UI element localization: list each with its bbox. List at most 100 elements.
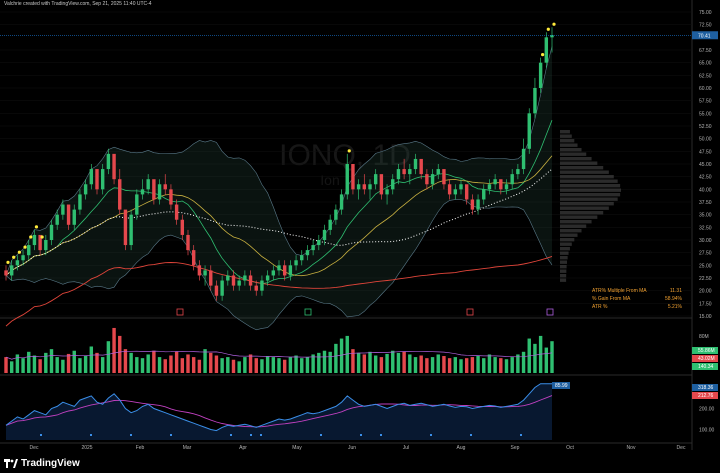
price-chart[interactable]: IONQ, 1DIon75.0072.5067.5065.0062.5060.0… xyxy=(0,0,720,473)
time-axis-label: Nov xyxy=(627,445,636,451)
volume-bar xyxy=(544,347,549,373)
candle-body xyxy=(504,184,509,190)
volume-bar xyxy=(362,354,367,373)
volume-bar xyxy=(271,357,276,373)
candle-body xyxy=(493,179,497,185)
volume-bar xyxy=(504,359,509,373)
candle-body xyxy=(180,219,185,235)
volume-profile-bar xyxy=(560,139,575,143)
candle-body xyxy=(44,240,48,251)
indicator-tick-label: 100.00 xyxy=(699,428,715,434)
candle-body xyxy=(345,164,349,195)
highlight-dot xyxy=(12,255,16,259)
volume-bar xyxy=(15,354,20,373)
price-tick-label: 32.50 xyxy=(699,225,712,231)
volume-bar xyxy=(174,351,179,373)
volume-profile-bar xyxy=(560,242,572,246)
candle-body xyxy=(470,199,475,210)
volume-bar xyxy=(277,358,281,373)
volume-profile-bar xyxy=(560,278,567,282)
volume-bar xyxy=(237,361,241,373)
time-axis-label: Jul xyxy=(403,445,409,451)
volume-bar xyxy=(379,357,384,373)
volume-bar xyxy=(55,357,59,373)
candle-body xyxy=(197,265,202,276)
candle-body xyxy=(430,174,435,185)
volume-profile-bar xyxy=(560,265,567,269)
time-axis-label: May xyxy=(292,445,302,451)
candle-body xyxy=(100,169,105,190)
candle-body xyxy=(499,179,503,190)
price-tick-label: 47.50 xyxy=(699,149,712,155)
volume-profile-bar xyxy=(560,188,621,192)
candle-body xyxy=(27,245,31,256)
candle-body xyxy=(55,214,59,225)
indicator-signal-dot xyxy=(430,434,432,436)
volume-badge-label: 43.02M xyxy=(698,356,715,362)
candle-body xyxy=(49,224,54,240)
volume-bar xyxy=(311,354,315,373)
volume-bar xyxy=(169,355,173,373)
candle-body xyxy=(209,270,213,286)
candle-body xyxy=(220,280,224,296)
indicator-signal-dot xyxy=(260,434,262,436)
candle-body xyxy=(459,184,463,190)
volume-profile-bar xyxy=(560,269,567,273)
volume-bar xyxy=(408,354,412,373)
volume-bar xyxy=(49,349,54,373)
volume-bar xyxy=(339,338,344,373)
brand-name: TradingView xyxy=(21,458,80,469)
candle-body xyxy=(140,189,145,195)
indicator-signal-dot xyxy=(320,434,322,436)
last-price-label: 70.41 xyxy=(698,33,711,39)
volume-bar xyxy=(106,341,111,373)
candle-body xyxy=(157,184,162,200)
price-tick-label: 75.00 xyxy=(699,10,712,16)
candle-body xyxy=(334,209,338,220)
volume-bar xyxy=(464,358,469,373)
highlight-dot xyxy=(541,53,545,57)
candle-body xyxy=(482,189,486,200)
tradingview-brand[interactable]: TradingView xyxy=(4,458,80,469)
candle-body xyxy=(322,229,327,240)
volume-bar xyxy=(231,359,236,373)
time-axis-label: 2025 xyxy=(81,445,92,451)
volume-profile-bar xyxy=(560,247,570,251)
volume-profile-bar xyxy=(560,152,587,156)
price-tick-label: 72.50 xyxy=(699,23,712,29)
highlight-dot xyxy=(23,245,27,249)
volume-profile-bar xyxy=(560,202,614,206)
volume-bar xyxy=(95,352,99,373)
volume-bar xyxy=(328,351,332,373)
price-tick-label: 55.00 xyxy=(699,111,712,117)
tradingview-logo-icon xyxy=(4,459,18,468)
candle-body xyxy=(368,184,372,190)
volume-bar xyxy=(436,354,440,373)
candle-body xyxy=(163,184,167,190)
watermark-subtitle: Ion xyxy=(320,172,339,188)
volume-bar xyxy=(21,358,25,373)
candle-body xyxy=(351,164,355,190)
indicator-badge-label: 318.36 xyxy=(698,385,714,391)
volume-profile-bar xyxy=(560,130,570,134)
candle-body xyxy=(237,280,241,286)
volume-profile-bar xyxy=(560,170,609,174)
volume-bar xyxy=(396,352,401,373)
candle-body xyxy=(305,250,310,256)
volume-bar xyxy=(282,359,287,373)
volume-bar xyxy=(89,346,94,373)
volume-bar xyxy=(157,357,162,373)
candle-body xyxy=(21,255,25,261)
candle-body xyxy=(118,179,122,210)
volume-bar xyxy=(4,357,8,373)
volume-bar xyxy=(305,357,310,373)
price-tick-label: 57.50 xyxy=(699,99,712,105)
candle-body xyxy=(32,234,37,246)
volume-profile-bar xyxy=(560,229,582,233)
price-tick-label: 30.00 xyxy=(699,238,712,244)
candle-body xyxy=(436,169,440,175)
candle-body xyxy=(112,153,116,180)
volume-bar xyxy=(78,358,82,373)
candle-body xyxy=(413,158,418,170)
volume-profile-bar xyxy=(560,179,618,183)
